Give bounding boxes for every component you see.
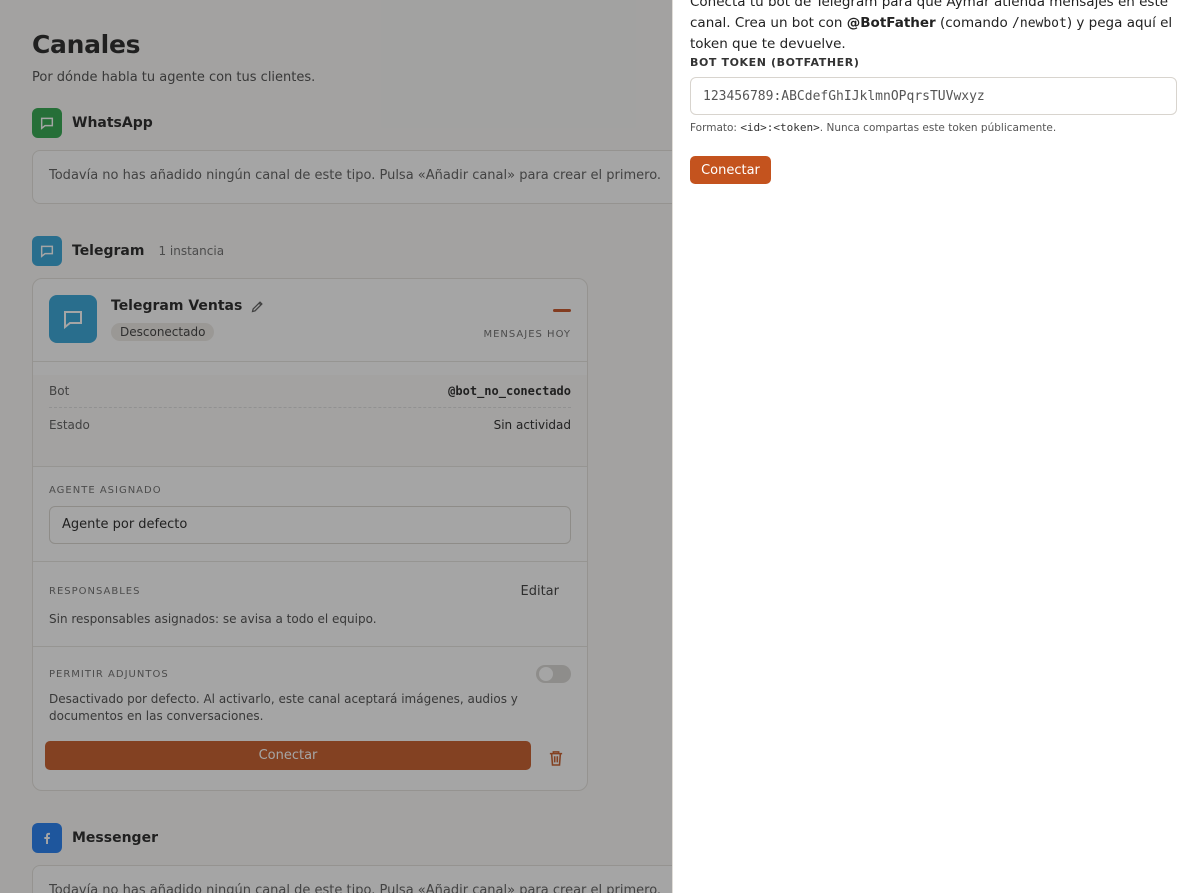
connect-button[interactable]: Conectar	[690, 156, 771, 184]
drawer-desc-text: (comando	[935, 15, 1013, 31]
drawer-description: Conecta tu bot de Telegram para que Ayma…	[690, 0, 1178, 55]
bot-token-label: Bot token (BotFather)	[690, 56, 860, 69]
botfather-mention: @BotFather	[846, 15, 936, 31]
hint-format-code: <id>:<token>	[740, 121, 820, 134]
connect-telegram-drawer: Conecta tu bot de Telegram para que Ayma…	[672, 0, 1192, 893]
hint-text: Formato:	[690, 122, 741, 134]
newbot-command: /newbot	[1012, 16, 1067, 31]
token-format-hint: Formato: <id>:<token>. Nunca compartas e…	[690, 121, 1056, 134]
hint-text: . Nunca compartas este token públicament…	[819, 122, 1057, 134]
modal-backdrop[interactable]	[0, 0, 672, 893]
bot-token-input[interactable]	[690, 77, 1177, 115]
